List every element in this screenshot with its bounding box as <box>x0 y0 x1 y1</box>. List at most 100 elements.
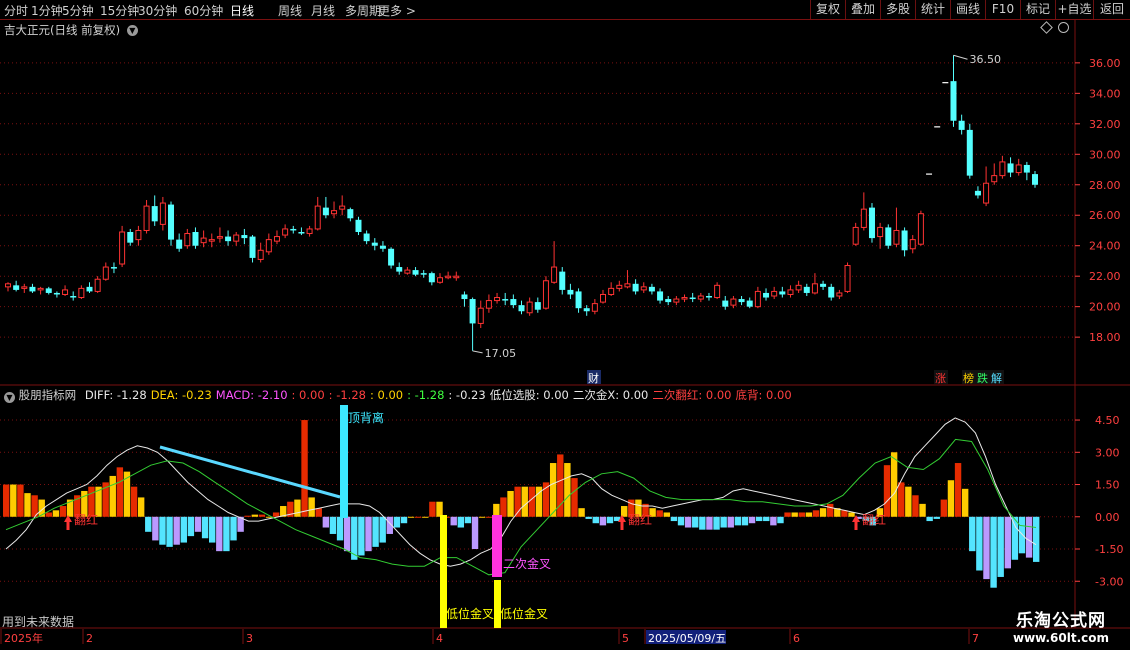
macd-bar <box>990 516 997 588</box>
macd-bar <box>564 463 571 517</box>
macd-bar <box>478 516 486 518</box>
candle <box>958 120 965 130</box>
macd-bar <box>734 516 742 526</box>
macd-bar <box>606 516 614 524</box>
candle <box>314 205 321 230</box>
candle <box>396 267 403 272</box>
indicator-value-1: DEA: -0.23 <box>150 388 212 402</box>
candle <box>135 229 142 241</box>
candle <box>1015 164 1022 174</box>
macd-bar <box>1018 516 1026 554</box>
candle <box>290 228 297 231</box>
indicator-value-5: : 0.00 <box>369 388 404 402</box>
watermark-name: 乐淘公式网 <box>1016 611 1106 631</box>
candle <box>485 300 492 309</box>
candle <box>917 213 924 245</box>
macd-bar <box>727 516 734 528</box>
indicator-tick-label: 3.00 <box>1095 446 1120 459</box>
candle <box>216 236 223 239</box>
macd-bar <box>365 516 372 552</box>
macd-bar <box>471 516 479 550</box>
macd-bar <box>294 499 301 517</box>
candle <box>673 298 680 303</box>
candle <box>648 286 655 292</box>
hot-tag: 解 <box>991 371 1002 385</box>
candle <box>127 232 134 243</box>
candle <box>331 210 338 215</box>
top-divergence-bar <box>340 405 348 518</box>
candle <box>119 231 126 265</box>
candle <box>836 292 843 297</box>
candle <box>600 293 607 303</box>
macd-bar <box>52 510 60 517</box>
candle <box>567 289 574 295</box>
macd-bar <box>890 452 898 517</box>
macd-bar <box>130 486 138 517</box>
macd-bar <box>720 516 727 528</box>
hot-tag: 涨 <box>935 372 946 385</box>
candle <box>225 236 232 242</box>
candle <box>453 275 460 279</box>
indicator-tick-label: -1.50 <box>1095 543 1123 556</box>
flip-red-label: 翻红 <box>74 512 98 527</box>
candle <box>722 300 729 307</box>
candle <box>950 81 957 121</box>
macd-bar <box>692 516 699 528</box>
macd-bar <box>329 516 337 534</box>
finance-badge: 财 <box>588 371 599 385</box>
candle <box>811 283 818 294</box>
macd-bar <box>187 516 195 537</box>
candle <box>559 271 566 290</box>
indicator-tick-label: 0.00 <box>1095 511 1120 524</box>
macd-bar <box>116 467 124 517</box>
watermark: 乐淘公式网 www.60lt.com <box>992 606 1130 650</box>
macd-bar <box>1033 516 1040 562</box>
second-gold-label: 二次金叉 <box>503 556 551 571</box>
macd-bar <box>393 516 401 528</box>
macd-bar <box>898 482 905 517</box>
low-gold-label-2: 低位金叉 <box>500 606 548 621</box>
flip-red-label: 翻红 <box>628 512 652 527</box>
macd-bar <box>819 508 827 517</box>
macd-bar <box>1011 516 1019 560</box>
high-price-label: 36.50 <box>969 53 1001 66</box>
price-tick-label: 36.00 <box>1089 57 1121 70</box>
macd-bar <box>684 516 692 528</box>
macd-bar <box>663 512 671 517</box>
macd-bar <box>1025 516 1033 558</box>
candle <box>608 287 615 295</box>
macd-bar <box>713 516 720 530</box>
candle <box>21 286 28 289</box>
candle <box>803 286 810 293</box>
candle <box>1032 174 1038 185</box>
macd-bar <box>322 516 330 528</box>
macd-bar <box>592 516 599 524</box>
macd-bar <box>415 516 422 518</box>
candle <box>624 283 631 288</box>
date-label: 5 <box>622 632 629 645</box>
macd-bar <box>400 516 408 524</box>
indicator-value-11: 底背: 0.00 <box>735 388 792 402</box>
indicator-values: DIFF: -1.28 DEA: -0.23 MACD: -2.10: 0.00: … <box>80 388 792 402</box>
indicator-value-8: 低位选股: 0.00 <box>489 388 569 402</box>
candle <box>13 285 20 290</box>
indicator-menu-icon[interactable]: ▼ <box>4 392 15 403</box>
macd-bar <box>507 490 514 517</box>
macd-bar <box>180 516 187 543</box>
macd-bar <box>926 516 933 522</box>
macd-bar <box>379 516 386 543</box>
macd-bar <box>223 516 230 552</box>
divergence-line <box>159 445 341 499</box>
macd-bar <box>784 512 791 517</box>
candle <box>991 175 998 183</box>
candle <box>208 239 215 242</box>
low-price-label: 17.05 <box>485 347 516 360</box>
price-tick-label: 26.00 <box>1089 209 1121 222</box>
macd-bar <box>258 514 266 517</box>
macd-bar <box>137 497 145 517</box>
watermark-url: www.60lt.com <box>1012 631 1110 645</box>
macd-bar <box>194 516 202 532</box>
macd-bar <box>1004 516 1011 569</box>
macd-bar <box>59 506 67 517</box>
candle <box>110 267 117 269</box>
